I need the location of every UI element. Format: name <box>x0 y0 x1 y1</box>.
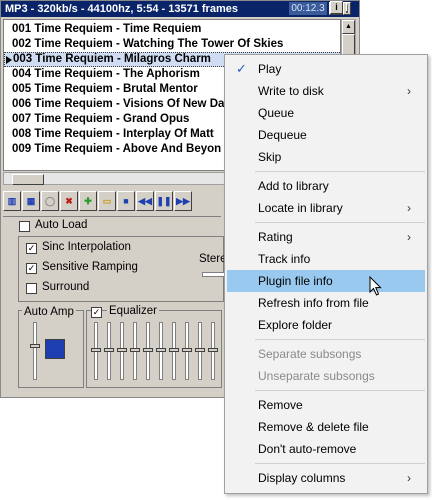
auto-load-label: Auto Load <box>35 219 88 231</box>
pause-icon[interactable]: ❚❚ <box>155 191 173 211</box>
menu-item-dequeue[interactable]: Dequeue <box>227 124 425 146</box>
sinc-interpolation-checkbox[interactable]: ✓ <box>26 243 37 254</box>
submenu-arrow-icon: › <box>407 471 411 485</box>
menu-item-label: Display columns <box>258 471 346 485</box>
menu-item-plugin-file-info[interactable]: Plugin file info <box>227 270 425 292</box>
cd-icon[interactable]: ◯ <box>41 191 59 211</box>
menu-item-label: Play <box>258 62 282 76</box>
scroll-up-icon[interactable]: ▲ <box>342 20 355 34</box>
menu-item-add-to-library[interactable]: Add to library <box>227 175 425 197</box>
menu-item-label: Dequeue <box>258 128 307 142</box>
equalizer-band-knob[interactable] <box>143 348 153 352</box>
horizontal-scroll-thumb[interactable] <box>12 174 44 185</box>
menu-item-remove-delete-file[interactable]: Remove & delete file <box>227 416 425 438</box>
stop-icon[interactable]: ■ <box>117 191 135 211</box>
menu-item-queue[interactable]: Queue <box>227 102 425 124</box>
submenu-arrow-icon: › <box>407 201 411 215</box>
menu-item-skip[interactable]: Skip <box>227 146 425 168</box>
submenu-arrow-icon: › <box>407 230 411 244</box>
equalizer-band-knob[interactable] <box>195 348 205 352</box>
submenu-arrow-icon: › <box>407 84 411 98</box>
menu-separator <box>255 339 425 340</box>
surround-checkbox[interactable] <box>26 283 37 294</box>
window-title: MP3 - 320kb/s - 44100hz, 5:54 - 13571 fr… <box>5 3 238 15</box>
surround-label: Surround <box>42 281 90 293</box>
auto-amp-knob[interactable] <box>30 344 40 348</box>
equalizer-band-knob[interactable] <box>156 348 166 352</box>
menu-item-rating[interactable]: Rating › <box>227 226 425 248</box>
menu-separator <box>255 390 425 391</box>
menu-item-label: Refresh info from file <box>258 296 369 310</box>
equalizer-checkbox[interactable]: ✓ <box>91 307 102 318</box>
previous-icon[interactable]: ◀◀ <box>136 191 154 211</box>
sensitive-ramping-label: Sensitive Ramping <box>42 261 138 273</box>
menu-item-play[interactable]: Play ✓ <box>227 58 425 80</box>
mouse-cursor-icon <box>369 276 382 296</box>
remove-icon[interactable]: ✖ <box>60 191 78 211</box>
auto-load-checkbox[interactable] <box>19 221 30 232</box>
menu-item-label: Queue <box>258 106 295 120</box>
sinc-interpolation-label: Sinc Interpolation <box>42 241 131 253</box>
menu-item-display-columns[interactable]: Display columns › <box>227 467 425 489</box>
menu-separator <box>255 463 425 464</box>
context-menu: Play ✓ Write to disk › Queue Dequeue Skip Add t… <box>224 54 428 494</box>
time-display[interactable]: 00:12.3 <box>289 2 327 15</box>
menu-item-unseparate-subsongs: Unseparate subsongs <box>227 365 425 387</box>
menu-item-label: Remove & delete file <box>258 420 369 434</box>
auto-amp-slider[interactable] <box>33 322 37 380</box>
menu-item-remove[interactable]: Remove <box>227 394 425 416</box>
menu-item-write-to-disk[interactable]: Write to disk › <box>227 80 425 102</box>
menu-separator <box>255 222 425 223</box>
menu-item-refresh-info-from-file[interactable]: Refresh info from file <box>227 292 425 314</box>
menu-item-locate-in-library[interactable]: Locate in library › <box>227 197 425 219</box>
menu-item-separate-subsongs: Separate subsongs <box>227 343 425 365</box>
playlist-row[interactable]: 001 Time Requiem - Time Requiem <box>4 22 340 37</box>
playlist-row[interactable]: 002 Time Requiem - Watching The Tower Of… <box>4 37 340 52</box>
menu-item-label: Skip <box>258 150 282 164</box>
sensitive-ramping-checkbox[interactable]: ✓ <box>26 263 37 274</box>
menu-item-label: Track info <box>258 252 311 266</box>
playlist-icon[interactable]: ▥ <box>3 191 21 211</box>
checkmark-icon: ✓ <box>236 61 247 76</box>
menu-item-label: Remove <box>258 398 303 412</box>
equalizer-band-knob[interactable] <box>130 348 140 352</box>
info-button-2[interactable]: i <box>330 1 343 14</box>
auto-amp-icon <box>45 339 65 359</box>
menu-item-label: Plugin file info <box>258 274 333 288</box>
menu-item-don-t-auto-remove[interactable]: Don't auto-remove <box>227 438 425 460</box>
next-icon[interactable]: ▶▶ <box>174 191 192 211</box>
menu-item-label: Don't auto-remove <box>258 442 357 456</box>
menu-item-label: Add to library <box>258 179 329 193</box>
open-folder-icon[interactable]: ▭ <box>98 191 116 211</box>
menu-item-label: Unseparate subsongs <box>258 369 375 383</box>
equalizer-icon[interactable]: ▦ <box>22 191 40 211</box>
menu-item-label: Rating <box>258 230 293 244</box>
menu-item-label: Write to disk <box>258 84 324 98</box>
equalizer-band-knob[interactable] <box>182 348 192 352</box>
stereo-slider[interactable] <box>202 272 226 277</box>
title-bar[interactable]: MP3 - 320kb/s - 44100hz, 5:54 - 13571 fr… <box>1 1 359 17</box>
auto-amp-label: Auto Amp <box>22 306 76 318</box>
add-icon[interactable]: ✚ <box>79 191 97 211</box>
equalizer-band-knob[interactable] <box>104 348 114 352</box>
equalizer-band-knob[interactable] <box>117 348 127 352</box>
title-separator-icon: | <box>345 1 348 11</box>
equalizer-band-knob[interactable] <box>208 348 218 352</box>
divider <box>3 216 221 217</box>
menu-separator <box>255 171 425 172</box>
stereo-label: Stere <box>199 253 227 265</box>
menu-item-explore-folder[interactable]: Explore folder <box>227 314 425 336</box>
menu-item-label: Explore folder <box>258 318 333 332</box>
equalizer-band-knob[interactable] <box>91 348 101 352</box>
menu-item-label: Locate in library <box>258 201 343 215</box>
equalizer-band-knob[interactable] <box>169 348 179 352</box>
menu-item-track-info[interactable]: Track info <box>227 248 425 270</box>
equalizer-label: Equalizer <box>107 305 159 317</box>
menu-item-label: Separate subsongs <box>258 347 362 361</box>
